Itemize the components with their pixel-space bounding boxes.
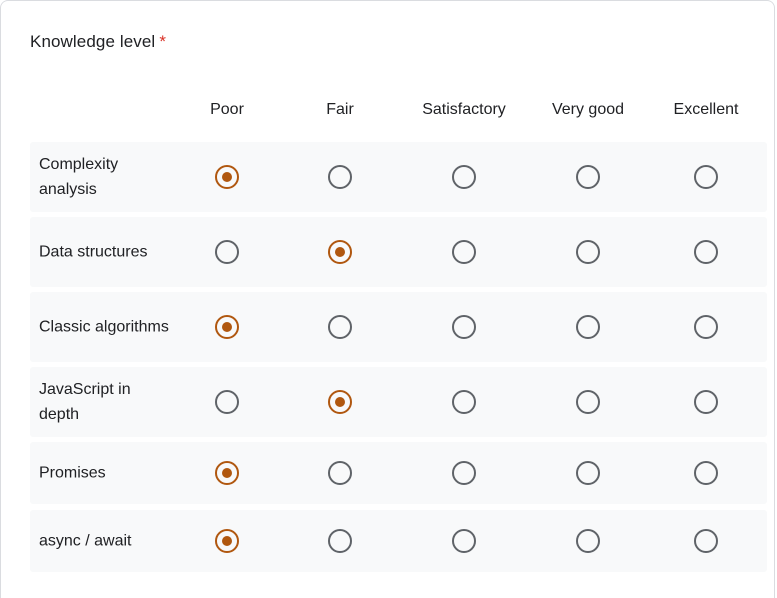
radio-button-very-good[interactable] [576,165,600,189]
row-label: Data structures [39,243,148,261]
column-header: Poor [210,101,244,118]
radio-button-very-good[interactable] [576,240,600,264]
column-header: Excellent [673,101,739,118]
radio-button-satisfactory[interactable] [452,240,476,264]
radio-button-very-good[interactable] [576,529,600,553]
required-asterisk: * [159,32,167,51]
row-label: async / await [39,532,132,550]
radio-button-satisfactory[interactable] [452,315,476,339]
row-label: Complexity analysis [39,156,119,198]
column-header: Very good [551,101,625,118]
radio-button-very-good[interactable] [576,461,600,485]
radio-button-satisfactory[interactable] [452,461,476,485]
radio-button-fair[interactable] [328,315,352,339]
grid-row: Complexity analysis [30,142,767,212]
grid-row: Classic algorithms [30,292,767,362]
column-header: Fair [326,101,354,118]
grid-row: JavaScript in depth [30,367,767,437]
radio-button-excellent[interactable] [694,461,718,485]
radio-button-poor[interactable] [215,240,239,264]
radio-button-poor[interactable] [215,390,239,414]
radio-button-satisfactory[interactable] [452,529,476,553]
radio-button-very-good[interactable] [576,315,600,339]
radio-button-excellent[interactable] [694,390,718,414]
question-title-text: Knowledge level [30,32,156,51]
radio-button-very-good[interactable] [576,390,600,414]
radio-button-excellent[interactable] [694,529,718,553]
radio-button-excellent[interactable] [694,240,718,264]
radio-button-poor[interactable] [215,529,239,553]
radio-button-poor[interactable] [215,461,239,485]
column-header: Satisfactory [422,101,506,118]
radio-button-satisfactory[interactable] [452,390,476,414]
radio-button-poor[interactable] [215,315,239,339]
radio-button-fair[interactable] [328,461,352,485]
radio-button-satisfactory[interactable] [452,165,476,189]
radio-button-poor[interactable] [215,165,239,189]
radio-button-excellent[interactable] [694,315,718,339]
row-label: Classic algorithms [39,318,169,336]
grid-row: Data structures [30,217,767,287]
radio-button-excellent[interactable] [694,165,718,189]
grid-row: async / await [30,510,767,572]
radio-button-fair[interactable] [328,240,352,264]
radio-button-fair[interactable] [328,165,352,189]
radio-button-fair[interactable] [328,529,352,553]
radio-grid: Poor Fair Satisfactory Very good Excellent C… [30,91,767,572]
grid-header-row: Poor Fair Satisfactory Very good Excellent [30,91,767,131]
radio-button-fair[interactable] [328,390,352,414]
question-card: Knowledge level * Poor Fair Satisfactory Ver… [0,0,775,598]
grid-row: Promises [30,442,767,504]
question-title: Knowledge level * [30,32,166,52]
row-label: JavaScript in depth [39,381,131,423]
row-label: Promises [39,464,106,482]
